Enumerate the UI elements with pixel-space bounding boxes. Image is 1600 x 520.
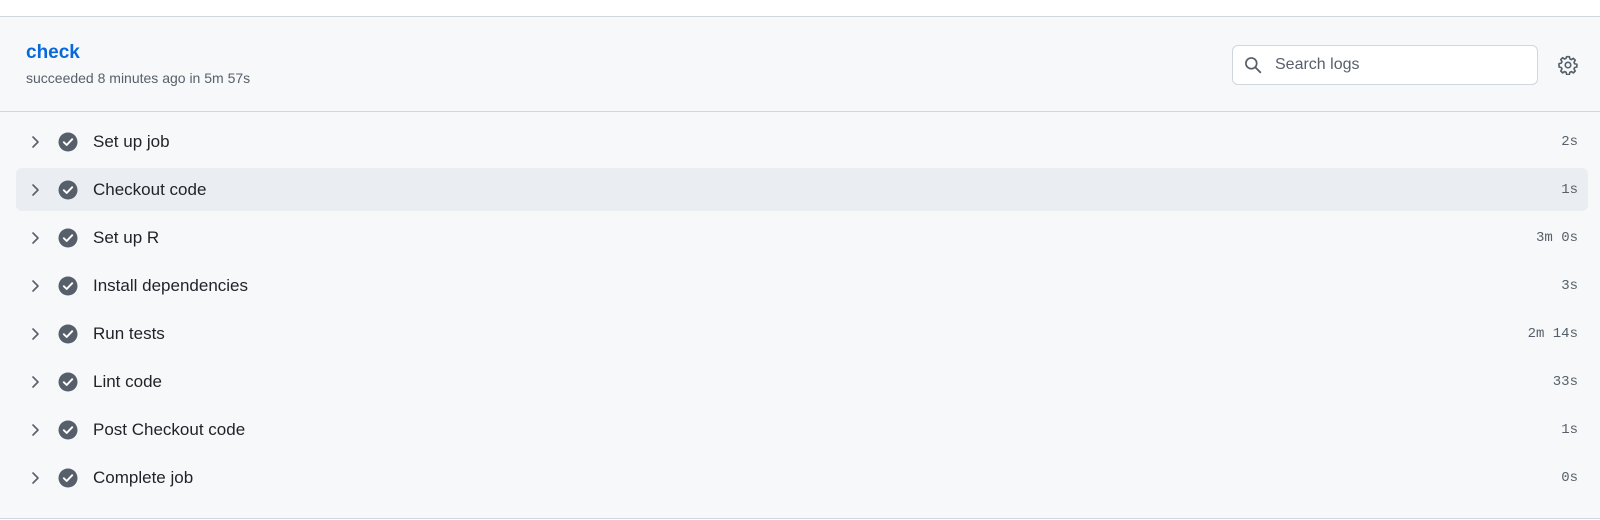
step-row-run-tests[interactable]: Run tests 2m 14s xyxy=(16,312,1588,355)
steps-list: Set up job 2s Checkout code 1s Set up R … xyxy=(0,112,1600,499)
step-duration: 2m 14s xyxy=(1527,325,1578,342)
chevron-right-icon[interactable] xyxy=(28,422,44,438)
step-duration: 0s xyxy=(1561,469,1578,486)
step-name: Complete job xyxy=(93,467,194,487)
check-circle-icon xyxy=(58,468,78,488)
step-duration: 3m 0s xyxy=(1535,229,1578,246)
chevron-right-icon[interactable] xyxy=(28,374,44,390)
top-bar xyxy=(0,0,1600,17)
check-circle-icon xyxy=(58,132,78,152)
check-circle-icon xyxy=(58,180,78,200)
step-row-complete-job[interactable]: Complete job 0s xyxy=(16,456,1588,499)
step-name: Post Checkout code xyxy=(93,419,246,439)
step-name: Install dependencies xyxy=(93,275,249,295)
chevron-right-icon[interactable] xyxy=(28,182,44,198)
search-icon xyxy=(1243,55,1263,75)
step-name: Run tests xyxy=(93,323,165,343)
search-logs-input[interactable] xyxy=(1273,55,1527,75)
step-name: Set up job xyxy=(93,131,170,151)
step-row-checkout-code[interactable]: Checkout code 1s xyxy=(16,168,1588,211)
step-duration: 1s xyxy=(1561,181,1578,198)
step-duration: 33s xyxy=(1552,373,1578,390)
job-logs-panel: check succeeded 8 minutes ago in 5m 57s … xyxy=(0,17,1600,519)
chevron-right-icon[interactable] xyxy=(28,278,44,294)
chevron-right-icon[interactable] xyxy=(28,326,44,342)
chevron-right-icon[interactable] xyxy=(28,230,44,246)
gear-icon[interactable] xyxy=(1557,54,1579,76)
step-name: Lint code xyxy=(93,371,162,391)
step-name: Set up R xyxy=(93,227,160,247)
check-circle-icon xyxy=(58,420,78,440)
search-logs-box[interactable] xyxy=(1232,45,1538,85)
step-row-set-up-job[interactable]: Set up job 2s xyxy=(16,120,1588,163)
step-duration: 3s xyxy=(1561,277,1578,294)
step-row-set-up-r[interactable]: Set up R 3m 0s xyxy=(16,216,1588,259)
chevron-right-icon[interactable] xyxy=(28,134,44,150)
check-circle-icon xyxy=(58,228,78,248)
step-duration: 2s xyxy=(1561,133,1578,150)
check-circle-icon xyxy=(58,372,78,392)
job-title-link[interactable]: check xyxy=(26,42,80,64)
step-row-post-checkout-code[interactable]: Post Checkout code 1s xyxy=(16,408,1588,451)
step-row-install-dependencies[interactable]: Install dependencies 3s xyxy=(16,264,1588,307)
step-row-lint-code[interactable]: Lint code 33s xyxy=(16,360,1588,403)
job-status-summary: succeeded 8 minutes ago in 5m 57s xyxy=(26,70,251,86)
step-duration: 1s xyxy=(1561,421,1578,438)
check-circle-icon xyxy=(58,276,78,296)
check-circle-icon xyxy=(58,324,78,344)
chevron-right-icon[interactable] xyxy=(28,470,44,486)
job-header: check succeeded 8 minutes ago in 5m 57s xyxy=(0,17,1600,112)
step-name: Checkout code xyxy=(93,179,207,199)
